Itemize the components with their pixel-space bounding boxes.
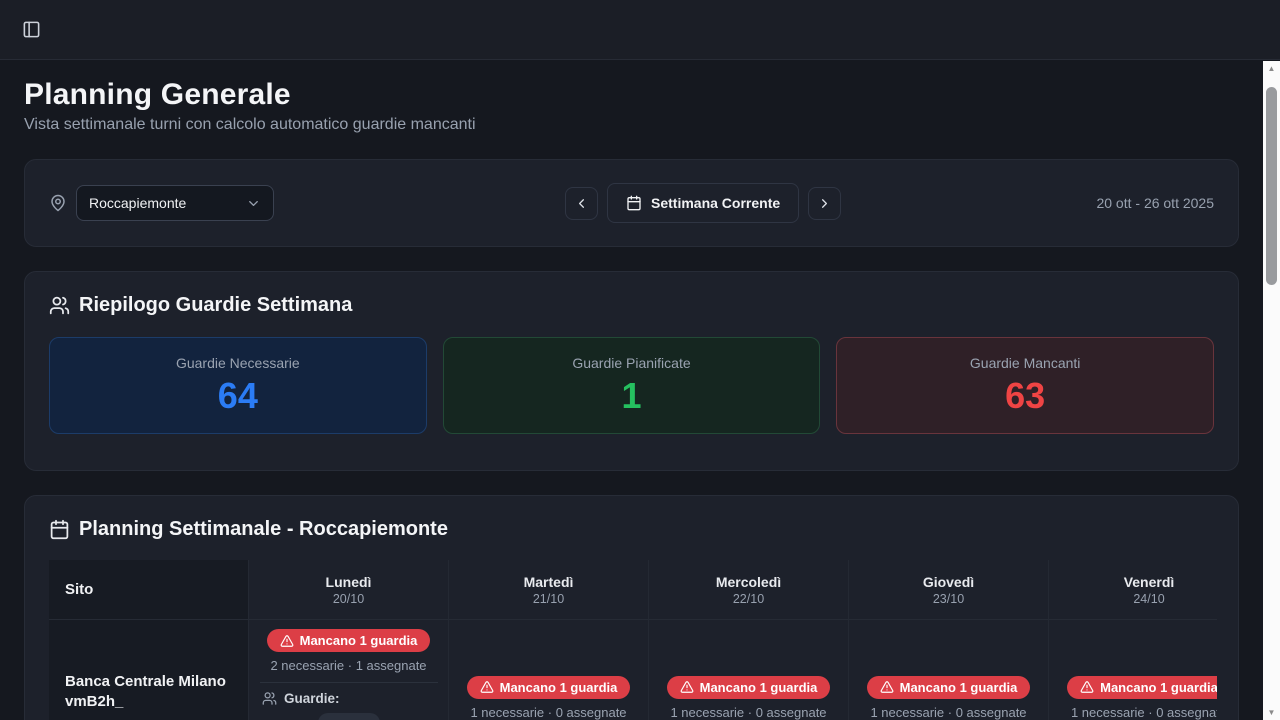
- stat-value: 63: [837, 375, 1213, 417]
- current-week-label: Settimana Corrente: [651, 195, 780, 211]
- missing-guards-badge-label: Mancano 1 guardia: [1100, 680, 1217, 695]
- missing-guards-badge: Mancano 1 guardia: [1067, 676, 1217, 699]
- day-shift-cell: Mancano 1 guardia 1 necessarie · 0 assegn…: [1049, 620, 1217, 720]
- planning-title: Planning Settimanale - Roccapiemonte: [79, 518, 448, 541]
- planning-panel: Planning Settimanale - Roccapiemonte Sit…: [24, 495, 1239, 720]
- triangle-alert-icon: [880, 680, 894, 694]
- summary-panel: Riepilogo Guardie Settimana Guardie Nece…: [24, 271, 1239, 471]
- top-bar: [0, 0, 1280, 60]
- day-date: 24/10: [1133, 592, 1164, 606]
- location-group: Roccapiemonte: [49, 185, 274, 221]
- stat-card-mancanti: Guardie Mancanti 63: [836, 337, 1214, 434]
- site-name-cell: Banca Centrale Milano vmB2h_: [49, 620, 249, 720]
- day-name: Venerdì: [1124, 574, 1175, 590]
- map-pin-icon: [49, 194, 67, 212]
- prev-week-button[interactable]: [565, 187, 598, 220]
- vertical-scrollbar[interactable]: ▲ ▼: [1263, 61, 1280, 720]
- day-name: Martedì: [524, 574, 574, 590]
- page-subtitle: Vista settimanale turni con calcolo auto…: [24, 116, 1239, 134]
- next-week-button[interactable]: [808, 187, 841, 220]
- chevron-down-icon: [246, 196, 261, 211]
- chevron-left-icon: [574, 196, 589, 211]
- day-date: 21/10: [533, 592, 564, 606]
- table-row: Banca Centrale Milano vmB2h_ Mancano 1 g…: [49, 620, 1217, 720]
- users-icon: [49, 295, 70, 316]
- missing-guards-badge: Mancano 1 guardia: [667, 676, 831, 699]
- day-shift-cell: Mancano 1 guardia 1 necessarie · 0 assegn…: [449, 620, 649, 720]
- panel-left-icon: [22, 20, 41, 39]
- day-name: Mercoledì: [716, 574, 781, 590]
- location-select-value: Roccapiemonte: [89, 195, 186, 211]
- missing-guards-badge: Mancano 1 guardia: [867, 676, 1031, 699]
- missing-guards-badge-label: Mancano 1 guardia: [300, 633, 418, 648]
- day-name: Giovedì: [923, 574, 974, 590]
- day-shift-cell: Mancano 1 guardia 1 necessarie · 0 assegn…: [849, 620, 1049, 720]
- week-toolbar: Roccapiemonte Settimana Corrente: [24, 159, 1239, 247]
- week-nav-group: Settimana Corrente: [565, 183, 841, 223]
- stat-value: 1: [444, 375, 820, 417]
- day-column-header: Giovedì 23/10: [849, 560, 1049, 620]
- day-shift-cell: Mancano 1 guardia 1 necessarie · 0 assegn…: [649, 620, 849, 720]
- triangle-alert-icon: [480, 680, 494, 694]
- schedule-table: Sito Lunedì 20/10 Martedì 21/10 Mercoledì 22/…: [49, 560, 1217, 720]
- triangle-alert-icon: [1080, 680, 1094, 694]
- calendar-icon: [49, 519, 70, 540]
- missing-guards-badge: Mancano 1 guardia: [267, 629, 431, 652]
- guards-count-info: 1 necessarie · 0 assegnate: [1071, 705, 1217, 720]
- stat-card-pianificate: Guardie Pianificate 1: [443, 337, 821, 434]
- guards-label-row: Guardie:: [262, 691, 340, 706]
- summary-title: Riepilogo Guardie Settimana: [79, 294, 352, 317]
- day-column-header: Venerdì 24/10: [1049, 560, 1217, 620]
- day-column-header: Mercoledì 22/10: [649, 560, 849, 620]
- missing-guards-badge-label: Mancano 1 guardia: [900, 680, 1018, 695]
- calendar-icon: [626, 195, 642, 211]
- scroll-up-arrow-icon[interactable]: ▲: [1263, 61, 1280, 76]
- summary-header: Riepilogo Guardie Settimana: [49, 294, 1214, 317]
- cell-divider: [260, 682, 438, 683]
- missing-guards-badge-label: Mancano 1 guardia: [500, 680, 618, 695]
- page-title: Planning Generale: [24, 78, 1239, 112]
- summary-cards: Guardie Necessarie 64 Guardie Pianificat…: [49, 337, 1214, 434]
- day-date: 23/10: [933, 592, 964, 606]
- day-column-header: Lunedì 20/10: [249, 560, 449, 620]
- guards-count-info: 1 necessarie · 0 assegnate: [670, 705, 826, 720]
- users-icon: [262, 691, 277, 706]
- scroll-down-arrow-icon[interactable]: ▼: [1263, 705, 1280, 720]
- triangle-alert-icon: [280, 634, 294, 648]
- guards-count-info: 2 necessarie · 1 assegnate: [270, 658, 426, 673]
- schedule-table-wrap: Sito Lunedì 20/10 Martedì 21/10 Mercoledì 22/…: [49, 560, 1217, 720]
- guards-count-info: 1 necessarie · 0 assegnate: [470, 705, 626, 720]
- stat-value: 64: [50, 375, 426, 417]
- site-column-header: Sito: [49, 560, 249, 620]
- missing-guards-badge-label: Mancano 1 guardia: [700, 680, 818, 695]
- table-header-row: Sito Lunedì 20/10 Martedì 21/10 Mercoledì 22/…: [49, 560, 1217, 620]
- location-select[interactable]: Roccapiemonte: [76, 185, 274, 221]
- guards-label: Guardie:: [284, 691, 340, 706]
- chevron-right-icon: [817, 196, 832, 211]
- app-viewport: Planning Generale Vista settimanale turn…: [0, 0, 1280, 720]
- missing-guards-badge: Mancano 1 guardia: [467, 676, 631, 699]
- guards-count-info: 1 necessarie · 0 assegnate: [870, 705, 1026, 720]
- current-week-button[interactable]: Settimana Corrente: [607, 183, 799, 223]
- guard-chip[interactable]: [318, 713, 380, 720]
- sidebar-toggle-button[interactable]: [14, 13, 48, 47]
- planning-header: Planning Settimanale - Roccapiemonte: [49, 518, 1214, 541]
- stat-card-necessarie: Guardie Necessarie 64: [49, 337, 427, 434]
- stat-label: Guardie Mancanti: [837, 355, 1213, 371]
- stat-label: Guardie Pianificate: [444, 355, 820, 371]
- day-shift-cell: Mancano 1 guardia 2 necessarie · 1 assegn…: [249, 620, 449, 720]
- day-date: 22/10: [733, 592, 764, 606]
- page-content: Planning Generale Vista settimanale turn…: [0, 61, 1263, 720]
- date-range-label: 20 ott - 26 ott 2025: [1096, 195, 1214, 211]
- day-name: Lunedì: [326, 574, 372, 590]
- day-column-header: Martedì 21/10: [449, 560, 649, 620]
- triangle-alert-icon: [680, 680, 694, 694]
- stat-label: Guardie Necessarie: [50, 355, 426, 371]
- day-date: 20/10: [333, 592, 364, 606]
- scrollbar-thumb[interactable]: [1266, 87, 1277, 285]
